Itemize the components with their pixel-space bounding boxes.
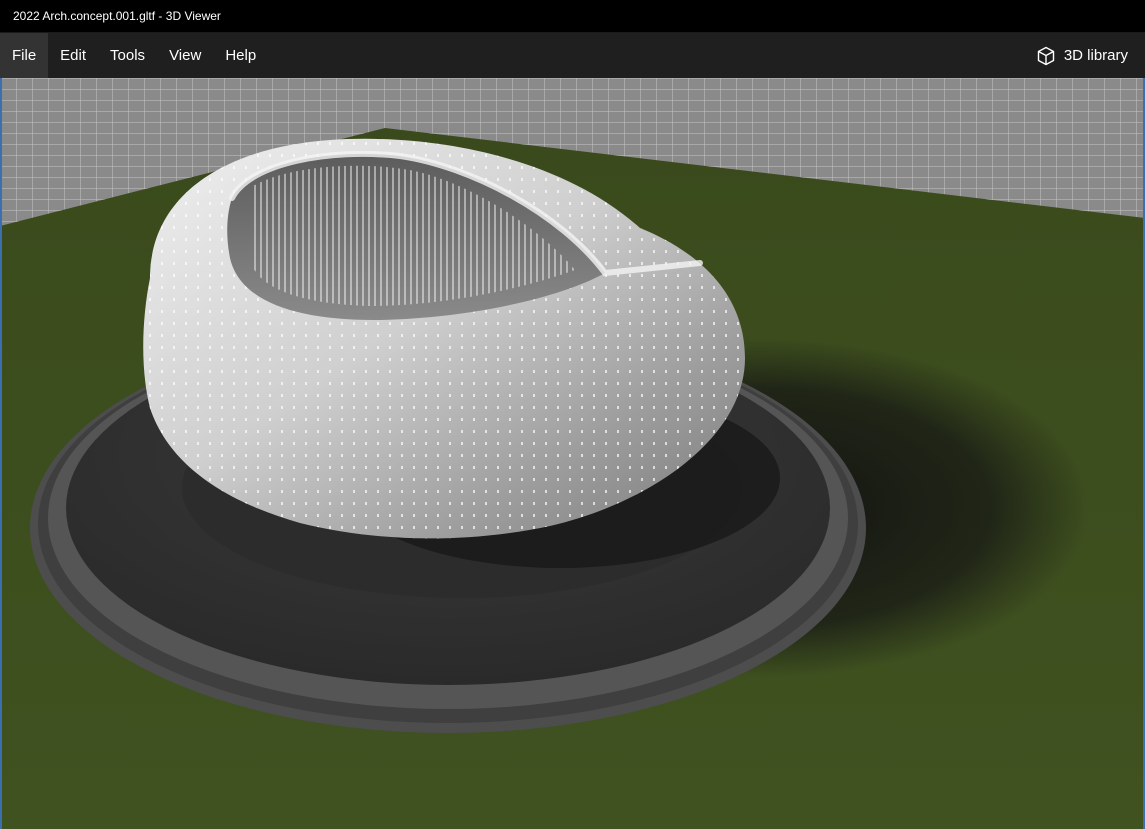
window-title: 2022 Arch.concept.001.gltf - 3D Viewer <box>13 9 221 23</box>
menu-spacer <box>268 33 1024 78</box>
menu-file[interactable]: File <box>0 33 49 78</box>
app-window: 2022 Arch.concept.001.gltf - 3D Viewer F… <box>0 0 1145 829</box>
menu-edit[interactable]: Edit <box>48 33 98 78</box>
menu-view[interactable]: View <box>157 33 213 78</box>
menu-bar: File Edit Tools View Help 3D library <box>0 33 1145 78</box>
3d-library-label: 3D library <box>1063 47 1128 64</box>
3d-library-button[interactable]: 3D library <box>1024 33 1145 78</box>
menu-tools[interactable]: Tools <box>98 33 157 78</box>
cube-icon <box>1036 46 1056 66</box>
title-bar[interactable]: 2022 Arch.concept.001.gltf - 3D Viewer <box>0 0 1145 33</box>
menu-help[interactable]: Help <box>213 33 268 78</box>
window-left-edge <box>0 78 2 829</box>
3d-viewport[interactable] <box>0 78 1145 829</box>
